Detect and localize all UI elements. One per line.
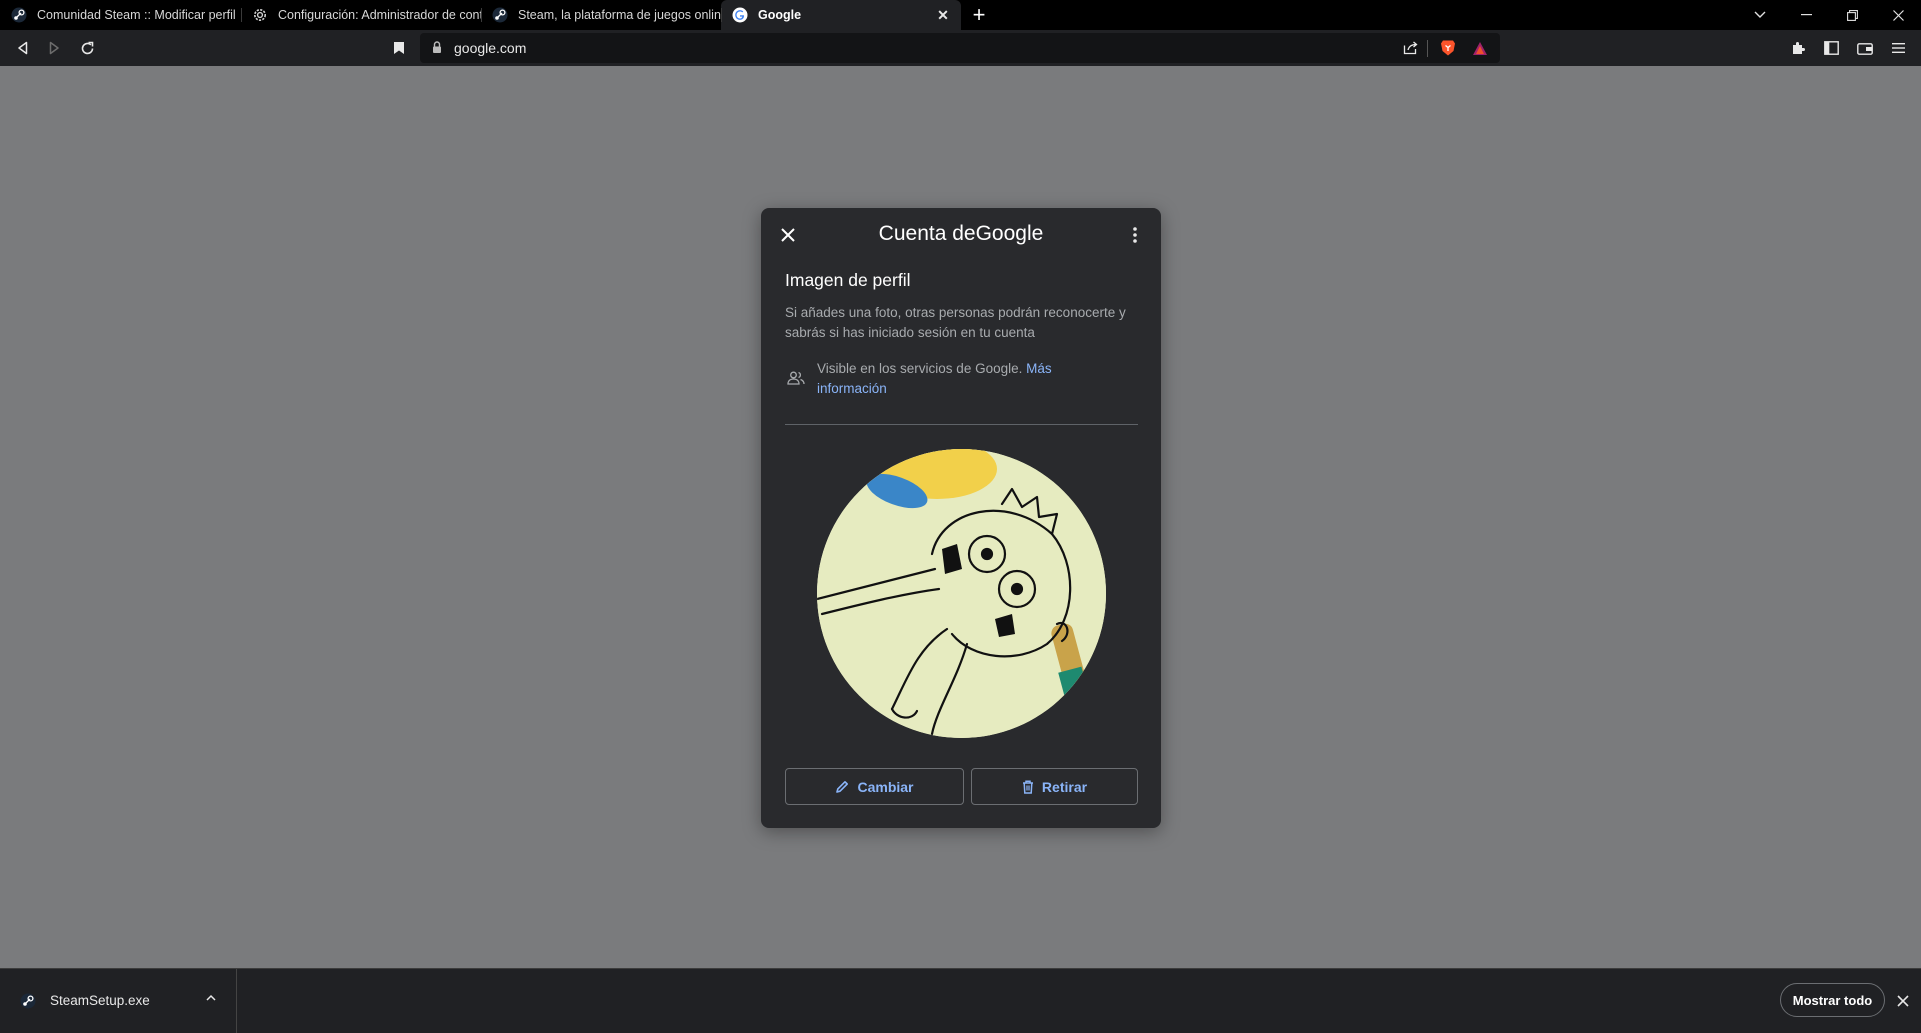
visibility-row: Visible en los servicios de Google. Más …	[785, 359, 1145, 399]
chevron-up-icon[interactable]	[205, 991, 217, 1009]
description-text: Si añades una foto, otras personas podrá…	[785, 305, 1126, 340]
steam-installer-icon	[20, 993, 36, 1014]
tab-separator	[481, 8, 482, 22]
show-all-downloads-button[interactable]: Mostrar todo	[1780, 983, 1885, 1017]
tab-google[interactable]: Google ✕	[721, 0, 961, 30]
tab-strip: Comunidad Steam :: Modificar perfil Conf…	[0, 0, 1921, 30]
reload-icon[interactable]	[77, 38, 97, 58]
gear-icon	[252, 7, 268, 23]
visibility-text: Visible en los servicios de Google.	[817, 361, 1023, 376]
more-options-icon[interactable]	[1125, 225, 1145, 245]
tab-title: Comunidad Steam :: Modificar perfil	[37, 8, 236, 22]
remove-button-label: Retirar	[1041, 778, 1088, 795]
sidebar-icon[interactable]	[1821, 38, 1841, 58]
profile-picture-dialog: Cuenta deGoogle Imagen de perfil Si añad…	[761, 208, 1161, 828]
change-button[interactable]: Cambiar	[785, 768, 964, 805]
dialog-title: Cuenta deGoogle	[878, 222, 1044, 245]
wallet-icon[interactable]	[1855, 38, 1875, 58]
lock-icon	[432, 41, 442, 59]
browser-toolbar: google.com	[0, 30, 1921, 66]
divider	[785, 424, 1138, 425]
close-download-bar-icon[interactable]	[1895, 993, 1911, 1009]
tab-settings-passwords[interactable]: Configuración: Administrador de cont	[241, 0, 481, 30]
menu-icon[interactable]	[1888, 38, 1908, 58]
tab-title: Steam, la plataforma de juegos online	[518, 8, 721, 22]
tab-steam-store[interactable]: Steam, la plataforma de juegos online	[481, 0, 721, 30]
brave-rewards-icon[interactable]	[1470, 38, 1490, 58]
pencil-icon	[836, 780, 849, 793]
download-bar: SteamSetup.exe Mostrar todo	[0, 968, 1921, 1033]
download-file-name: SteamSetup.exe	[50, 993, 150, 1008]
google-icon	[732, 7, 748, 23]
tab-search-chevron-icon[interactable]	[1737, 0, 1783, 30]
minimize-icon[interactable]	[1783, 0, 1829, 30]
section-heading: Imagen de perfil	[785, 270, 911, 290]
download-item[interactable]: SteamSetup.exe	[0, 969, 237, 1033]
window-close-icon[interactable]	[1875, 0, 1921, 30]
people-icon	[785, 367, 807, 389]
tab-separator	[721, 8, 722, 22]
steam-icon	[11, 7, 27, 23]
change-button-label: Cambiar	[857, 778, 914, 795]
tab-title: Google	[758, 8, 802, 22]
address-bar[interactable]: google.com	[420, 33, 1500, 63]
back-icon[interactable]	[13, 38, 33, 58]
bookmark-icon[interactable]	[389, 38, 409, 58]
profile-picture	[817, 449, 1106, 738]
tab-steam-profile[interactable]: Comunidad Steam :: Modificar perfil	[0, 0, 241, 30]
steam-icon	[492, 7, 508, 23]
tab-close-icon[interactable]: ✕	[935, 7, 951, 23]
extensions-icon[interactable]	[1788, 38, 1808, 58]
url-text: google.com	[454, 40, 527, 56]
brave-shields-icon[interactable]	[1438, 38, 1458, 58]
new-tab-button[interactable]: +	[961, 0, 997, 30]
forward-icon[interactable]	[44, 38, 64, 58]
trash-icon	[1022, 780, 1033, 794]
tab-title: Configuración: Administrador de cont	[278, 8, 481, 22]
address-bar-separator	[1427, 40, 1428, 57]
remove-button[interactable]: Retirar	[971, 768, 1138, 805]
restore-icon[interactable]	[1829, 0, 1875, 30]
tab-separator	[241, 8, 242, 22]
share-icon[interactable]	[1400, 38, 1420, 58]
